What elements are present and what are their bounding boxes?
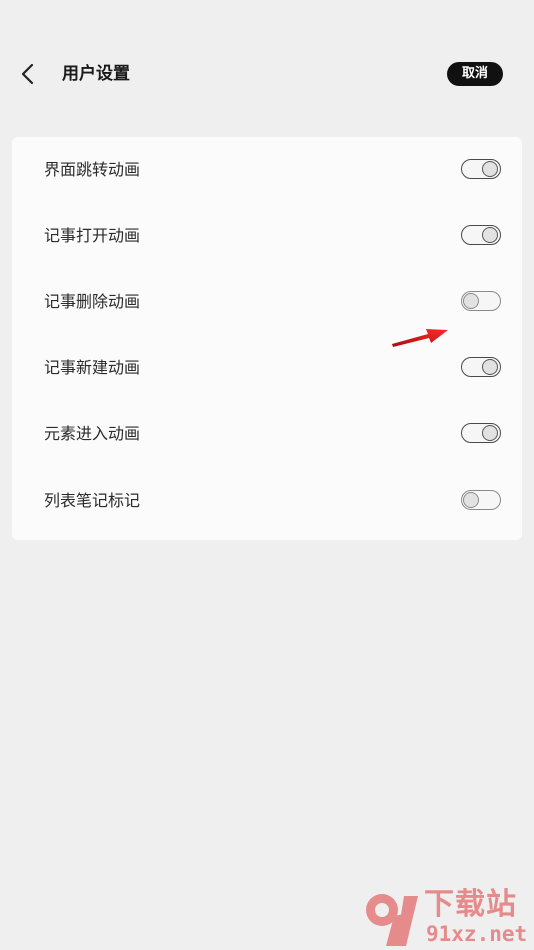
setting-label: 元素进入动画 bbox=[44, 424, 141, 443]
setting-label: 记事删除动画 bbox=[44, 292, 141, 311]
setting-row-element-enter: 元素进入动画 bbox=[12, 401, 522, 467]
setting-row-page-transition: 界面跳转动画 bbox=[12, 137, 522, 203]
cancel-button[interactable]: 取消 bbox=[447, 62, 503, 86]
toggle-knob bbox=[463, 492, 479, 508]
note-open-toggle[interactable] bbox=[461, 225, 501, 245]
watermark: 下载站 91xz.net bbox=[360, 888, 534, 950]
watermark-brand: 下载站 bbox=[424, 887, 517, 922]
toggle-knob bbox=[482, 226, 498, 243]
watermark-url: 91xz.net bbox=[426, 922, 528, 946]
setting-label: 界面跳转动画 bbox=[44, 160, 141, 179]
setting-label: 记事新建动画 bbox=[44, 358, 141, 377]
setting-row-note-open: 记事打开动画 bbox=[12, 203, 522, 269]
setting-row-list-note-mark: 列表笔记标记 bbox=[12, 468, 522, 534]
setting-label: 记事打开动画 bbox=[44, 226, 141, 245]
page-title: 用户设置 bbox=[62, 64, 130, 84]
note-create-toggle[interactable] bbox=[461, 357, 501, 377]
list-note-mark-toggle[interactable] bbox=[461, 490, 501, 510]
page-transition-toggle[interactable] bbox=[461, 159, 501, 179]
toggle-knob bbox=[482, 160, 498, 177]
toggle-knob bbox=[463, 293, 479, 309]
toggle-knob bbox=[482, 358, 498, 375]
back-button[interactable] bbox=[14, 60, 42, 88]
header: 用户设置 取消 bbox=[0, 50, 534, 98]
note-delete-toggle[interactable] bbox=[461, 291, 501, 311]
setting-label: 列表笔记标记 bbox=[44, 491, 141, 510]
toggle-knob bbox=[482, 424, 498, 441]
chevron-left-icon bbox=[21, 63, 34, 85]
watermark-logo-icon bbox=[366, 894, 418, 946]
element-enter-toggle[interactable] bbox=[461, 423, 501, 443]
red-arrow-icon bbox=[392, 329, 448, 347]
